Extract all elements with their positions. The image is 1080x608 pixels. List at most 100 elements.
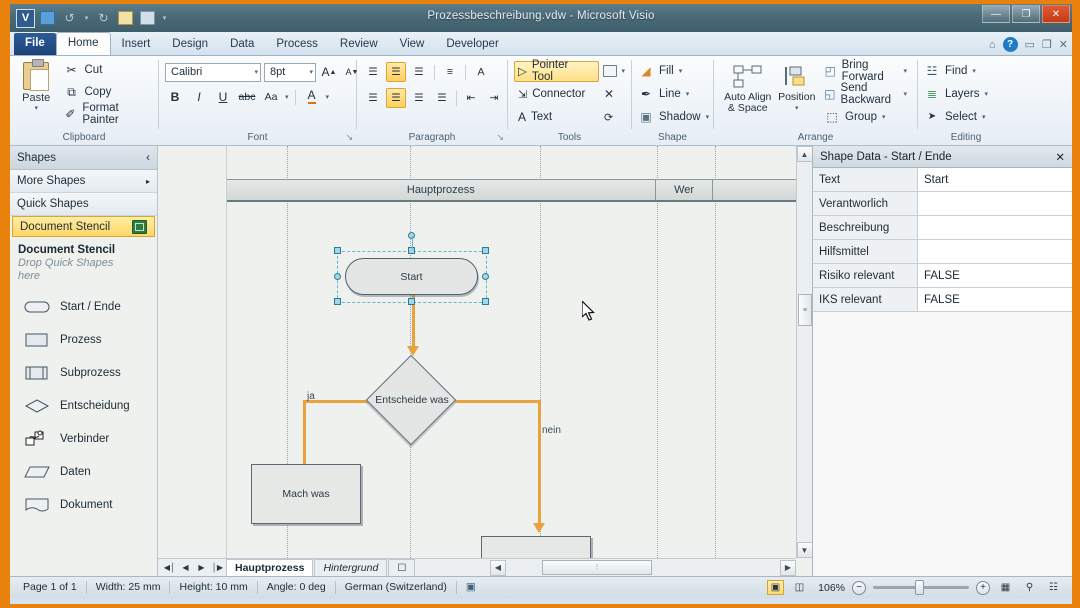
select-dropdown-icon[interactable]: ▾: [982, 113, 986, 121]
tab-process[interactable]: Process: [265, 34, 329, 55]
selection-handle-nw[interactable]: [334, 247, 341, 254]
shapes-panel-header[interactable]: Shapes ‹: [10, 146, 157, 170]
find-dropdown-icon[interactable]: ▾: [972, 67, 976, 75]
shape-data-row[interactable]: Risiko relevant FALSE: [813, 264, 1072, 288]
zoom-slider-thumb[interactable]: [915, 580, 924, 595]
line-dropdown-icon[interactable]: ▾: [686, 90, 690, 98]
font-size-combo[interactable]: 8pt ▾: [264, 62, 316, 82]
page-tab-hintergrund[interactable]: Hintergrund: [314, 559, 388, 576]
select-button[interactable]: ➤ Select ▾: [924, 106, 986, 127]
strikethrough-button[interactable]: abc: [237, 87, 257, 107]
line-button[interactable]: ✒ Line ▾: [638, 83, 689, 104]
align-left-icon[interactable]: ☰: [363, 88, 383, 108]
connector-tool-button[interactable]: ⇲ Connector: [514, 84, 600, 105]
lane-label-beschreibung[interactable]: Beschreib: [713, 180, 796, 200]
change-case-button[interactable]: Aa: [261, 87, 281, 107]
tab-review[interactable]: Review: [329, 34, 389, 55]
maximize-button[interactable]: ❐: [1012, 5, 1040, 23]
first-page-button[interactable]: ◀│: [162, 560, 177, 575]
undo-icon[interactable]: ↺: [60, 9, 79, 28]
open-icon[interactable]: [138, 9, 157, 28]
italic-button[interactable]: I: [189, 87, 209, 107]
drawing-canvas[interactable]: Hauptprozess Wer Beschreib ja nein: [158, 146, 796, 558]
save-icon[interactable]: [38, 9, 57, 28]
sidebar-item-quick-shapes[interactable]: Quick Shapes: [10, 193, 157, 216]
align-middle-icon[interactable]: ☰: [386, 62, 406, 82]
align-bottom-icon[interactable]: ☰: [409, 62, 429, 82]
send-backward-button[interactable]: ◱ Send Backward ▾: [820, 82, 911, 106]
vertical-scrollbar[interactable]: ▲ ≡ ▼: [796, 146, 812, 558]
shadow-dropdown-icon[interactable]: ▾: [706, 113, 710, 121]
connector-nein[interactable]: [455, 400, 540, 403]
fill-button[interactable]: ◢ Fill ▾: [638, 60, 682, 81]
group-button[interactable]: ⬚ Group ▾: [820, 106, 911, 127]
stencil-item-verbinder[interactable]: Verbinder: [10, 422, 157, 455]
quick-access-toolbar[interactable]: V ↺ ▾ ↻ ▾: [10, 8, 169, 28]
stencil-item-subprozess[interactable]: Subprozess: [10, 356, 157, 389]
position-button[interactable]: Position ▾: [777, 60, 816, 114]
shape-bottom[interactable]: [481, 536, 591, 558]
scroll-left-button[interactable]: ◀: [490, 559, 506, 576]
selection-handle-se[interactable]: [482, 298, 489, 305]
shape-data-row[interactable]: Hilfsmittel: [813, 240, 1072, 264]
align-top-icon[interactable]: ☰: [363, 62, 383, 82]
position-dropdown-icon[interactable]: ▾: [795, 103, 799, 114]
home-icon[interactable]: ⌂: [989, 39, 996, 51]
visio-logo-icon[interactable]: V: [16, 8, 35, 28]
format-tool-icon[interactable]: ⟳: [604, 111, 613, 124]
stencil-item-start-ende[interactable]: Start / Ende: [10, 290, 157, 323]
close-document-icon[interactable]: ✕: [1059, 38, 1068, 51]
bold-button[interactable]: B: [165, 87, 185, 107]
tab-design[interactable]: Design: [161, 34, 219, 55]
decrease-indent-icon[interactable]: ⇤: [461, 88, 481, 108]
shape-data-value[interactable]: Start: [918, 168, 1072, 191]
new-page-button[interactable]: ☐: [388, 559, 416, 576]
pointer-tool-button[interactable]: ▷ Pointer Tool: [514, 59, 599, 83]
grow-font-button[interactable]: A ▲: [319, 62, 339, 82]
lane-label-wer[interactable]: Wer: [656, 180, 714, 200]
shape-data-row[interactable]: IKS relevant FALSE: [813, 288, 1072, 312]
bring-forward-dropdown-icon[interactable]: ▾: [903, 67, 907, 75]
restore-window-icon[interactable]: ❐: [1042, 38, 1052, 51]
shape-data-row[interactable]: Beschreibung: [813, 216, 1072, 240]
previous-page-button[interactable]: ◀: [178, 560, 193, 575]
font-family-combo[interactable]: Calibri ▾: [165, 62, 261, 82]
minimize-button[interactable]: —: [982, 5, 1010, 23]
shape-data-value[interactable]: [918, 192, 1072, 215]
scroll-up-button[interactable]: ▲: [796, 146, 812, 162]
zoom-out-button[interactable]: −: [852, 580, 866, 595]
shape-data-value[interactable]: FALSE: [918, 288, 1072, 311]
paragraph-dialog-launcher[interactable]: ↘: [496, 131, 504, 144]
fill-dropdown-icon[interactable]: ▾: [679, 67, 683, 75]
shape-data-row[interactable]: Verantworlich: [813, 192, 1072, 216]
text-direction-icon[interactable]: A: [471, 62, 491, 82]
send-backward-dropdown-icon[interactable]: ▾: [903, 90, 907, 98]
drawing-page[interactable]: Hauptprozess Wer Beschreib ja nein: [226, 146, 796, 558]
shape-action[interactable]: Mach was: [251, 464, 361, 524]
scroll-down-button[interactable]: ▼: [796, 542, 812, 558]
change-case-dropdown-icon[interactable]: ▾: [285, 93, 289, 101]
align-right-icon[interactable]: ☰: [409, 88, 429, 108]
chevron-down-icon[interactable]: ▾: [303, 68, 313, 76]
stencil-item-dokument[interactable]: Dokument: [10, 488, 157, 521]
fit-page-icon[interactable]: ▦: [997, 580, 1014, 595]
zoom-level[interactable]: 106%: [815, 582, 845, 594]
bring-forward-button[interactable]: ◰ Bring Forward ▾: [820, 59, 911, 83]
font-dialog-launcher[interactable]: ↘: [345, 131, 353, 144]
font-color-button[interactable]: A: [302, 87, 322, 107]
minimize-ribbon-icon[interactable]: ▭: [1025, 38, 1035, 51]
shape-data-row[interactable]: Text Start: [813, 168, 1072, 192]
copy-button[interactable]: ⧉ Copy: [60, 82, 153, 102]
selection-handle-s[interactable]: [408, 298, 415, 305]
selection-handle-ne[interactable]: [482, 247, 489, 254]
tab-insert[interactable]: Insert: [111, 34, 162, 55]
macro-record-icon[interactable]: ▣: [457, 581, 485, 594]
rectangle-tool-icon[interactable]: [602, 65, 618, 77]
chevron-down-icon[interactable]: ▾: [248, 68, 258, 76]
layers-dropdown-icon[interactable]: ▾: [985, 90, 989, 98]
align-justify-icon[interactable]: ☰: [432, 88, 452, 108]
last-page-button[interactable]: │▶: [210, 560, 225, 575]
selection-handle-w[interactable]: [334, 273, 341, 280]
new-icon[interactable]: [116, 9, 135, 28]
selection-handle-e[interactable]: [482, 273, 489, 280]
